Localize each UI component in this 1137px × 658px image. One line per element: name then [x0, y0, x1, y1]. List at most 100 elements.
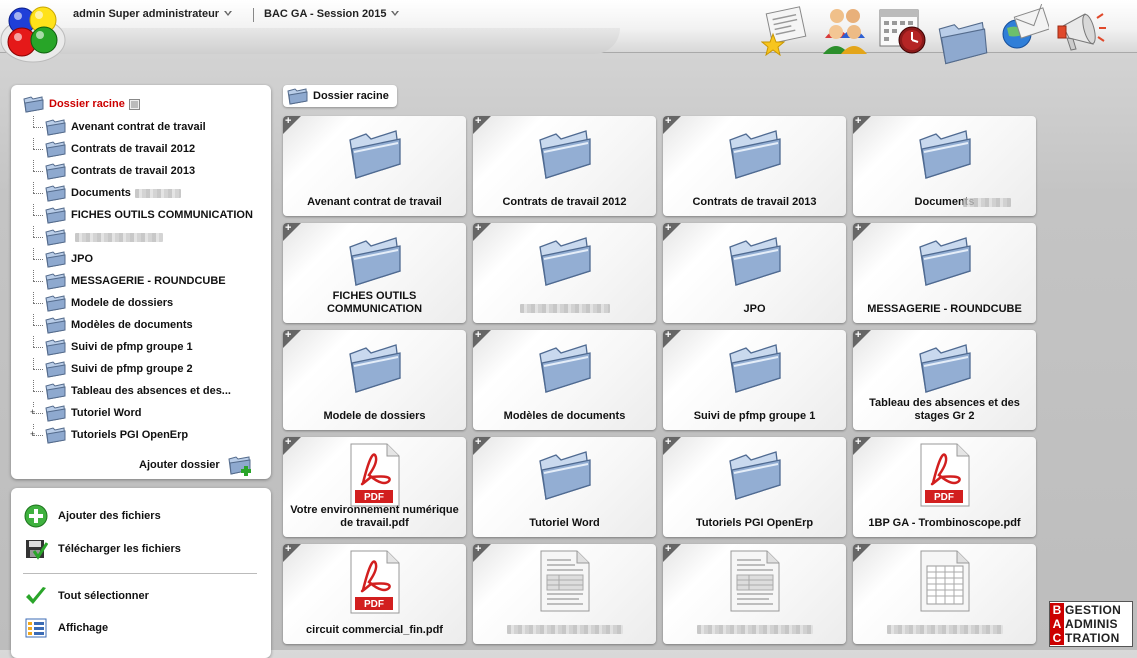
folder-icon	[346, 233, 404, 290]
tile-select-icon[interactable]: +	[475, 437, 481, 448]
tile-name: Tableau des absences et des stages Gr 2	[869, 397, 1020, 422]
tree-list: Avenant contrat de travail Contrats de tr…	[30, 116, 253, 446]
folder-tile[interactable]: + Contrats de travail 2012	[473, 116, 656, 216]
megaphone-icon[interactable]	[1055, 4, 1107, 56]
tree-item[interactable]: MESSAGERIE - ROUNDCUBE	[31, 270, 253, 292]
folder-tile[interactable]: + FICHES OUTILS COMMUNICATION	[283, 223, 466, 323]
tree-item[interactable]: Suivi de pfmp groupe 2	[31, 358, 253, 380]
file-tile[interactable]: + PDF 1BP GA - Trombinoscope.pdf	[853, 437, 1036, 537]
chevron-down-icon	[224, 11, 233, 16]
tree-item[interactable]: Documents	[31, 182, 253, 204]
calendar-icon[interactable]	[877, 4, 929, 56]
folder-open-icon	[23, 96, 44, 113]
session-menu[interactable]: BAC GA - Session 2015	[264, 8, 400, 20]
file-tile[interactable]: +	[663, 544, 846, 644]
folder-tile[interactable]: + Modele de dossiers	[283, 330, 466, 430]
logo-letter: B	[1050, 603, 1064, 617]
folder-icon	[346, 126, 404, 183]
redacted-text	[696, 625, 813, 634]
file-tile[interactable]: + PDF circuit commercial_fin.pdf	[283, 544, 466, 644]
file-grid: + Avenant contrat de travail + Contrats de …	[283, 116, 1036, 644]
tree-connector	[31, 314, 45, 336]
download-files-button[interactable]: Télécharger les fichiers	[24, 537, 181, 561]
file-tile[interactable]: +	[473, 544, 656, 644]
folder-tile[interactable]: + Modèles de documents	[473, 330, 656, 430]
tree-root[interactable]: Dossier racine	[23, 95, 140, 113]
expand-icon[interactable]: +	[30, 408, 36, 417]
tile-select-icon[interactable]: +	[665, 223, 671, 234]
add-files-button[interactable]: Ajouter des fichiers	[24, 504, 161, 528]
collapse-icon[interactable]	[128, 98, 140, 110]
folder-icon	[45, 317, 66, 334]
tree-connector	[31, 138, 45, 160]
folder-tile[interactable]: + JPO	[663, 223, 846, 323]
folder-tile[interactable]: + Avenant contrat de travail	[283, 116, 466, 216]
expand-icon[interactable]: +	[30, 430, 36, 439]
folder-tile[interactable]: + Tutoriel Word	[473, 437, 656, 537]
add-folder-button[interactable]: Ajouter dossier	[139, 454, 254, 476]
folder-icon	[726, 447, 784, 504]
tile-select-icon[interactable]: +	[475, 330, 481, 341]
tree-item[interactable]: Suivi de pfmp groupe 1	[31, 336, 253, 358]
tree-item[interactable]: Contrats de travail 2012	[31, 138, 253, 160]
tile-select-icon[interactable]: +	[855, 330, 861, 341]
tile-select-icon[interactable]: +	[475, 223, 481, 234]
tree-item[interactable]: Modèles de documents	[31, 314, 253, 336]
tile-select-icon[interactable]: +	[855, 223, 861, 234]
user-menu[interactable]: admin Super administrateur	[73, 8, 233, 20]
tile-select-icon[interactable]: +	[855, 437, 861, 448]
tree-item-label: Tutoriels PGI OpenErp	[71, 429, 189, 441]
tile-name: circuit commercial_fin.pdf	[306, 624, 443, 636]
folder-icon[interactable]	[935, 14, 991, 70]
grid-view-icon	[25, 618, 47, 638]
folder-tile[interactable]: + Contrats de travail 2013	[663, 116, 846, 216]
redacted-text	[506, 625, 623, 634]
tree-item[interactable]: Modele de dossiers	[31, 292, 253, 314]
folder-tile[interactable]: + Suivi de pfmp groupe 1	[663, 330, 846, 430]
top-toolbar	[761, 4, 1107, 70]
tile-name: Contrats de travail 2013	[692, 196, 817, 208]
tile-name: Modèles de documents	[503, 410, 626, 422]
file-tile[interactable]: +	[853, 544, 1036, 644]
document-icon	[729, 550, 781, 615]
folder-tile[interactable]: + Tableau des absences et des stages Gr 2	[853, 330, 1036, 430]
tile-select-icon[interactable]: +	[475, 116, 481, 127]
folder-tile[interactable]: + Documents	[853, 116, 1036, 216]
mail-icon[interactable]	[997, 4, 1049, 56]
folder-icon	[726, 126, 784, 183]
tree-item[interactable]: Avenant contrat de travail	[31, 116, 253, 138]
tile-select-icon[interactable]: +	[855, 116, 861, 127]
tree-item[interactable]: + Tutoriel Word	[30, 402, 253, 424]
tile-select-icon[interactable]: +	[285, 223, 291, 234]
tree-item[interactable]: Contrats de travail 2013	[31, 160, 253, 182]
news-icon[interactable]	[761, 4, 813, 56]
tree-item[interactable]	[31, 226, 253, 248]
tile-select-icon[interactable]: +	[665, 437, 671, 448]
tile-select-icon[interactable]: +	[665, 330, 671, 341]
folder-tile[interactable]: +	[473, 223, 656, 323]
tile-select-icon[interactable]: +	[665, 116, 671, 127]
folder-tile[interactable]: + MESSAGERIE - ROUNDCUBE	[853, 223, 1036, 323]
folder-icon	[346, 340, 404, 397]
tile-select-icon[interactable]: +	[285, 437, 291, 448]
tile-select-icon[interactable]: +	[285, 116, 291, 127]
tile-select-icon[interactable]: +	[855, 544, 861, 555]
file-tile[interactable]: + PDF Votre environnement numérique de tra…	[283, 437, 466, 537]
breadcrumb[interactable]: Dossier racine	[283, 85, 397, 107]
tile-select-icon[interactable]: +	[285, 330, 291, 341]
tile-select-icon[interactable]: +	[475, 544, 481, 555]
folder-icon	[536, 233, 594, 290]
users-icon[interactable]	[819, 4, 871, 56]
tree-item[interactable]: + Tutoriels PGI OpenErp	[30, 424, 253, 446]
folder-tile[interactable]: + Tutoriels PGI OpenErp	[663, 437, 846, 537]
session-label: BAC GA - Session 2015	[264, 8, 387, 20]
tile-select-icon[interactable]: +	[285, 544, 291, 555]
app-logo[interactable]	[0, 0, 66, 64]
tree-item[interactable]: FICHES OUTILS COMMUNICATION	[31, 204, 253, 226]
tree-connector	[31, 358, 45, 380]
tile-select-icon[interactable]: +	[665, 544, 671, 555]
tree-item[interactable]: JPO	[31, 248, 253, 270]
select-all-button[interactable]: Tout sélectionner	[24, 584, 149, 608]
display-button[interactable]: Affichage	[24, 616, 108, 640]
tree-item[interactable]: Tableau des absences et des...	[31, 380, 253, 402]
